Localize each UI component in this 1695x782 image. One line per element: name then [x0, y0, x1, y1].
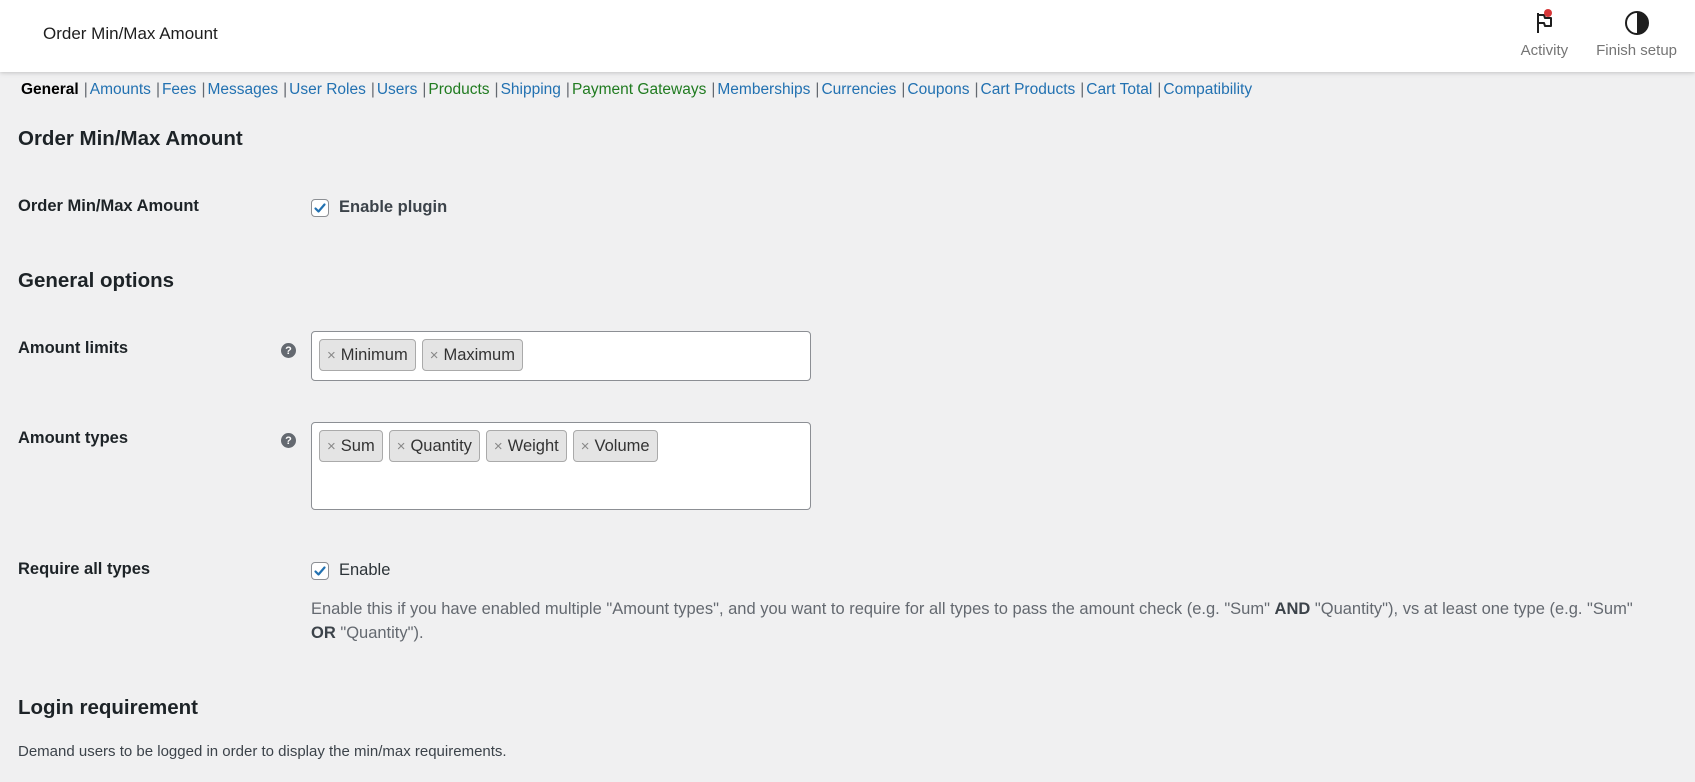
remove-icon[interactable]: ×	[397, 438, 406, 455]
amount-limits-select[interactable]: × Minimum × Maximum	[311, 331, 811, 381]
remove-icon[interactable]: ×	[494, 438, 503, 455]
amount-limits-label: Amount limits	[18, 339, 128, 357]
chip-quantity: × Quantity	[388, 430, 480, 462]
subnav-fees[interactable]: Fees	[162, 81, 196, 98]
subnav-amounts[interactable]: Amounts	[90, 81, 151, 98]
subnav-users[interactable]: Users	[377, 81, 417, 98]
subnav-messages[interactable]: Messages	[207, 81, 278, 98]
require-all-description: Enable this if you have enabled multiple…	[311, 600, 1633, 642]
checkmark-icon	[314, 202, 326, 213]
subnav-products[interactable]: Products	[428, 81, 489, 98]
chip-maximum: × Maximum	[421, 339, 523, 371]
section-title-general: General options	[18, 269, 175, 292]
amount-types-select[interactable]: × Sum × Quantity × Weight × Volume	[311, 422, 811, 510]
subnav-memberships[interactable]: Memberships	[717, 81, 810, 98]
subnav-cart-products[interactable]: Cart Products	[981, 81, 1076, 98]
chip-volume: × Volume	[572, 430, 658, 462]
require-all-label: Require all types	[18, 560, 151, 578]
amount-types-label: Amount types	[18, 429, 129, 447]
require-all-checkbox[interactable]: Enable	[311, 561, 390, 580]
remove-icon[interactable]: ×	[327, 347, 336, 364]
page-title: Order Min/Max Amount	[43, 24, 218, 43]
chip-minimum: × Minimum	[319, 339, 416, 371]
help-icon[interactable]: ?	[281, 433, 296, 448]
notification-dot	[1544, 9, 1553, 17]
subnav-currencies[interactable]: Currencies	[821, 81, 896, 98]
top-bar: Order Min/Max Amount Activity Finish set…	[0, 0, 1695, 72]
chip-sum: × Sum	[319, 430, 383, 462]
checkbox-box[interactable]	[311, 561, 329, 580]
subnav-compatibility[interactable]: Compatibility	[1163, 81, 1252, 98]
settings-subnav: General | Amounts | Fees | Messages | User Roles…	[21, 81, 1253, 98]
subnav-user-roles[interactable]: User Roles	[289, 81, 366, 98]
checkbox-box[interactable]	[311, 198, 329, 217]
subnav-general[interactable]: General	[21, 81, 79, 98]
finish-setup-label: Finish setup	[1596, 42, 1677, 59]
half-circle-icon	[1624, 11, 1649, 35]
help-icon[interactable]: ?	[281, 343, 296, 358]
section-title-login: Login requirement	[18, 696, 198, 719]
activity-label: Activity	[1520, 42, 1569, 59]
subnav-coupons[interactable]: Coupons	[907, 81, 969, 98]
enable-row-label: Order Min/Max Amount	[18, 197, 199, 215]
activity-button[interactable]: Activity	[1520, 8, 1569, 59]
remove-icon[interactable]: ×	[581, 438, 590, 455]
enable-plugin-checkbox[interactable]: Enable plugin	[311, 198, 447, 217]
section-title-main: Order Min/Max Amount	[18, 127, 243, 150]
remove-icon[interactable]: ×	[430, 347, 439, 364]
header-actions: Activity Finish setup	[1521, 8, 1677, 59]
login-description: Demand users to be logged in order to di…	[18, 743, 507, 760]
chip-weight: × Weight	[485, 430, 567, 462]
require-all-enable-label: Enable	[339, 561, 391, 579]
checkmark-icon	[314, 565, 326, 576]
enable-plugin-label: Enable plugin	[339, 198, 448, 216]
finish-setup-button[interactable]: Finish setup	[1596, 8, 1677, 59]
subnav-cart-total[interactable]: Cart Total	[1086, 81, 1152, 98]
subnav-shipping[interactable]: Shipping	[501, 81, 561, 98]
subnav-payment-gateways[interactable]: Payment Gateways	[572, 81, 706, 98]
remove-icon[interactable]: ×	[327, 438, 336, 455]
flag-icon	[1537, 9, 1553, 33]
